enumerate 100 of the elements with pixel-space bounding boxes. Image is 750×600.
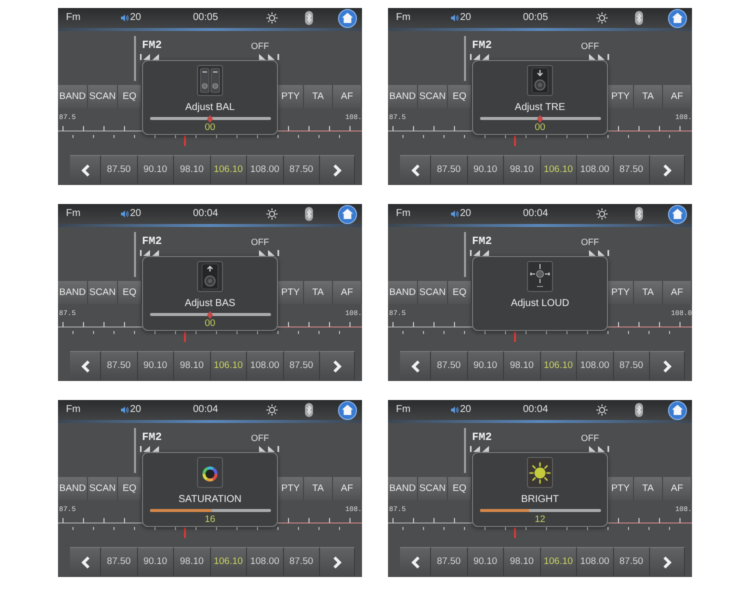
function-button[interactable]: AF (663, 85, 692, 108)
bluetooth-icon[interactable] (635, 403, 643, 417)
preset-button[interactable]: 108.00 (577, 351, 614, 380)
preset-button[interactable]: 106.10 (210, 351, 247, 380)
function-button[interactable]: AF (663, 281, 692, 304)
slider-track[interactable] (150, 509, 270, 512)
function-button[interactable]: TA (304, 85, 333, 108)
function-button[interactable]: AF (663, 477, 692, 500)
function-button[interactable]: SCAN (88, 281, 118, 304)
function-button[interactable]: TA (634, 85, 663, 108)
function-button[interactable]: TA (634, 477, 663, 500)
function-button[interactable]: BAND (58, 85, 88, 108)
function-button[interactable]: TA (634, 281, 663, 304)
function-button[interactable]: EQ (448, 477, 472, 500)
home-icon[interactable] (338, 204, 357, 224)
function-button[interactable]: BAND (58, 477, 88, 500)
sun-icon[interactable] (596, 404, 608, 416)
home-icon[interactable] (668, 204, 687, 224)
preset-button[interactable]: 108.00 (247, 351, 284, 380)
function-button[interactable]: TA (304, 281, 333, 304)
function-button[interactable]: BAND (388, 477, 418, 500)
preset-button[interactable]: 87.50 (284, 547, 320, 576)
preset-button[interactable]: 87.50 (101, 155, 138, 184)
slider-track[interactable] (150, 313, 270, 316)
function-button[interactable]: AF (333, 281, 362, 304)
preset-button[interactable]: 87.50 (101, 547, 138, 576)
preset-button[interactable]: 98.10 (504, 547, 540, 576)
function-button[interactable]: EQ (118, 477, 142, 500)
previous-button[interactable] (400, 155, 431, 184)
preset-button[interactable]: 87.50 (431, 155, 468, 184)
sun-icon[interactable] (266, 404, 278, 416)
bluetooth-icon[interactable] (305, 11, 313, 25)
previous-button[interactable] (400, 351, 431, 380)
preset-button[interactable]: 87.50 (284, 155, 320, 184)
preset-button[interactable]: 87.50 (431, 547, 468, 576)
previous-button[interactable] (400, 547, 431, 576)
function-button[interactable]: SCAN (88, 85, 118, 108)
preset-button[interactable]: 98.10 (174, 155, 210, 184)
preset-button[interactable]: 90.10 (138, 351, 174, 380)
function-button[interactable]: SCAN (88, 477, 118, 500)
slider-track[interactable] (480, 117, 600, 120)
bluetooth-icon[interactable] (635, 11, 643, 25)
function-button[interactable]: PTY (278, 85, 304, 108)
function-button[interactable]: PTY (278, 477, 304, 500)
function-button[interactable]: EQ (118, 281, 142, 304)
function-button[interactable]: AF (333, 477, 362, 500)
function-button[interactable]: BAND (58, 281, 88, 304)
preset-button[interactable]: 98.10 (504, 155, 540, 184)
preset-button[interactable]: 90.10 (138, 155, 174, 184)
next-button[interactable] (320, 351, 355, 380)
previous-button[interactable] (70, 351, 101, 380)
slider-thumb[interactable] (207, 114, 213, 122)
preset-button[interactable]: 90.10 (468, 155, 504, 184)
next-button[interactable] (650, 155, 685, 184)
function-button[interactable]: SCAN (418, 85, 448, 108)
preset-button[interactable]: 108.00 (577, 155, 614, 184)
home-icon[interactable] (668, 400, 687, 420)
preset-button[interactable]: 108.00 (577, 547, 614, 576)
bluetooth-icon[interactable] (305, 403, 313, 417)
preset-button[interactable]: 90.10 (468, 547, 504, 576)
bluetooth-icon[interactable] (305, 207, 313, 221)
bluetooth-icon[interactable] (635, 207, 643, 221)
preset-button[interactable]: 87.50 (614, 351, 650, 380)
preset-button[interactable]: 106.10 (540, 155, 577, 184)
next-button[interactable] (650, 547, 685, 576)
next-button[interactable] (650, 351, 685, 380)
preset-button[interactable]: 108.00 (247, 155, 284, 184)
preset-button[interactable]: 87.50 (614, 155, 650, 184)
preset-button[interactable]: 87.50 (101, 351, 138, 380)
function-button[interactable]: EQ (448, 85, 472, 108)
preset-button[interactable]: 106.10 (540, 351, 577, 380)
home-icon[interactable] (338, 8, 357, 28)
preset-button[interactable]: 87.50 (284, 351, 320, 380)
preset-button[interactable]: 87.50 (431, 351, 468, 380)
function-button[interactable]: BAND (388, 281, 418, 304)
preset-button[interactable]: 90.10 (468, 351, 504, 380)
preset-button[interactable]: 98.10 (174, 547, 210, 576)
next-button[interactable] (320, 547, 355, 576)
function-button[interactable]: SCAN (418, 281, 448, 304)
slider-thumb[interactable] (207, 310, 213, 318)
slider-thumb[interactable] (537, 114, 543, 122)
previous-button[interactable] (70, 547, 101, 576)
preset-button[interactable]: 90.10 (138, 547, 174, 576)
home-icon[interactable] (668, 8, 687, 28)
preset-button[interactable]: 108.00 (247, 547, 284, 576)
sun-icon[interactable] (266, 208, 278, 220)
preset-button[interactable]: 106.10 (210, 155, 247, 184)
preset-button[interactable]: 106.10 (210, 547, 247, 576)
function-button[interactable]: BAND (388, 85, 418, 108)
preset-button[interactable]: 98.10 (504, 351, 540, 380)
home-icon[interactable] (338, 400, 357, 420)
preset-button[interactable]: 87.50 (614, 547, 650, 576)
slider-track[interactable] (480, 509, 600, 512)
function-button[interactable]: EQ (118, 85, 142, 108)
slider-track[interactable] (150, 117, 270, 120)
next-button[interactable] (320, 155, 355, 184)
sun-icon[interactable] (596, 12, 608, 24)
function-button[interactable]: PTY (608, 281, 634, 304)
preset-button[interactable]: 98.10 (174, 351, 210, 380)
function-button[interactable]: PTY (608, 85, 634, 108)
